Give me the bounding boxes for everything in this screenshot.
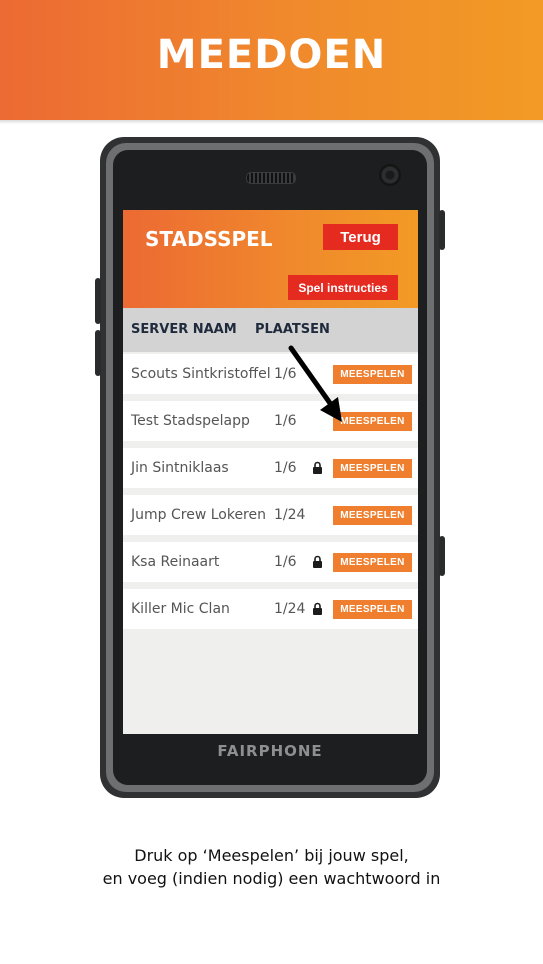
- column-header-server-name: SERVER NAAM: [131, 322, 237, 337]
- table-row: Jin Sintniklaas 1/6 MEESPELEN: [123, 448, 418, 488]
- play-button[interactable]: MEESPELEN: [333, 600, 412, 619]
- game-instructions-button[interactable]: Spel instructies: [288, 275, 398, 300]
- banner-shadow: [0, 120, 543, 124]
- lock-icon: [313, 602, 322, 615]
- app-title: STADSSPEL: [145, 227, 273, 251]
- server-name: Killer Mic Clan: [131, 601, 230, 617]
- instruction-line-2: en voeg (indien nodig) een wachtwoord in: [102, 869, 441, 888]
- column-header-places: PLAATSEN: [255, 322, 330, 337]
- arrow-pointer-icon: [288, 345, 342, 422]
- server-places: 1/6: [274, 460, 297, 476]
- play-button[interactable]: MEESPELEN: [333, 553, 412, 572]
- page-banner: MEEDOEN: [0, 0, 543, 120]
- play-button[interactable]: MEESPELEN: [333, 459, 412, 478]
- camera-icon: [379, 164, 401, 186]
- speaker-grille: [246, 172, 296, 184]
- server-places: 1/24: [274, 507, 306, 523]
- table-row: Killer Mic Clan 1/24 MEESPELEN: [123, 589, 418, 629]
- table-header: SERVER NAAM PLAATSEN: [123, 308, 418, 352]
- server-name: Ksa Reinaart: [131, 554, 220, 570]
- server-name: Scouts Sintkristoffel: [131, 366, 271, 382]
- app-header: STADSSPEL Terug Spel instructies: [123, 210, 418, 308]
- phone-side-button: [95, 278, 101, 324]
- lock-icon: [313, 461, 322, 474]
- table-row: Ksa Reinaart 1/6 MEESPELEN: [123, 542, 418, 582]
- server-name: Test Stadspelapp: [131, 413, 250, 429]
- back-button[interactable]: Terug: [323, 224, 398, 250]
- table-row: Test Stadspelapp 1/6 MEESPELEN: [123, 401, 418, 441]
- phone-side-button: [95, 330, 101, 376]
- instruction-line-1: Druk op ‘Meespelen’ bij jouw spel,: [134, 846, 409, 865]
- server-places: 1/24: [274, 601, 306, 617]
- phone-brand: FAIRPHONE: [217, 742, 323, 760]
- phone-side-button: [439, 536, 445, 576]
- page-title: MEEDOEN: [156, 32, 387, 78]
- server-name: Jump Crew Lokeren: [131, 507, 266, 523]
- server-places: 1/6: [274, 554, 297, 570]
- play-button[interactable]: MEESPELEN: [333, 506, 412, 525]
- table-row: Scouts Sintkristoffel 1/6 MEESPELEN: [123, 354, 418, 394]
- server-name: Jin Sintniklaas: [131, 460, 229, 476]
- instruction-caption: Druk op ‘Meespelen’ bij jouw spel, en vo…: [0, 844, 543, 890]
- lock-icon: [313, 555, 322, 568]
- phone-screen: STADSSPEL Terug Spel instructies SERVER …: [123, 210, 418, 734]
- phone-side-button: [439, 210, 445, 250]
- table-row: Jump Crew Lokeren 1/24 MEESPELEN: [123, 495, 418, 535]
